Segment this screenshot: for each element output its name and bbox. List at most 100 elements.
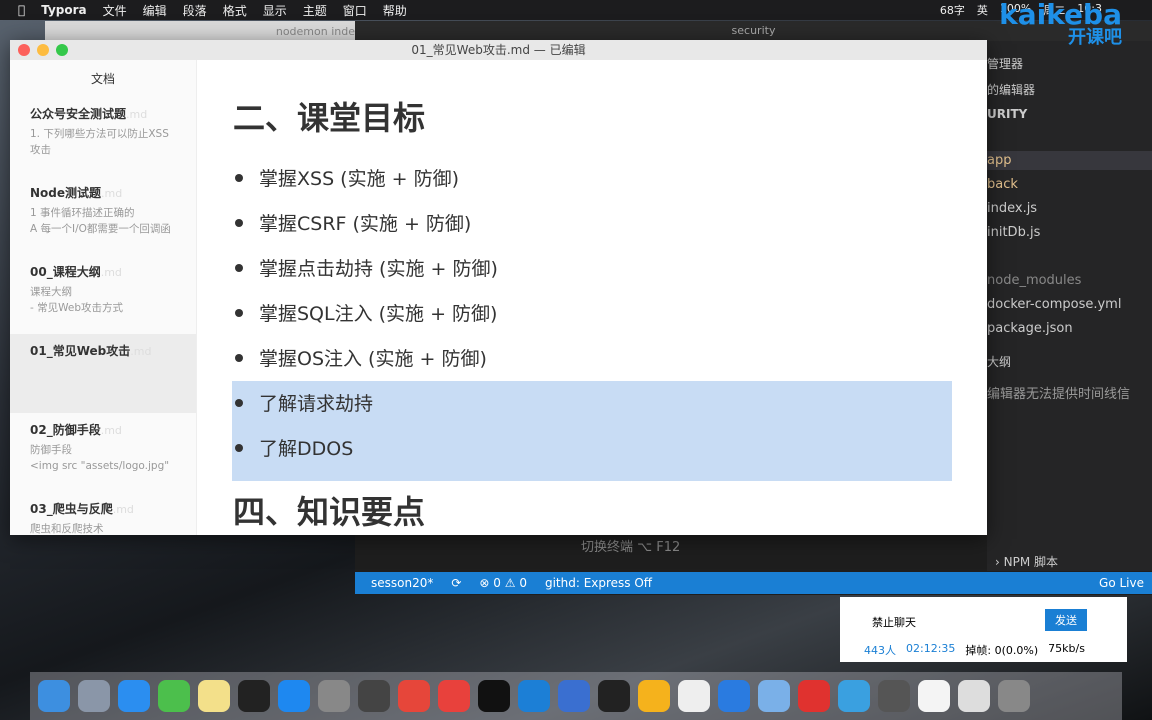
- explorer-item[interactable]: node_modules: [987, 273, 1081, 288]
- notes-icon[interactable]: [198, 680, 230, 712]
- problems-count[interactable]: ⊗ 0 ⚠ 0: [479, 576, 527, 590]
- safari-icon[interactable]: [118, 680, 150, 712]
- input-method[interactable]: 英: [977, 2, 988, 18]
- explorer-panel: 管理器 的编辑器 URITY app back index.js initDb.…: [987, 41, 1152, 571]
- explorer-item[interactable]: package.json: [987, 321, 1073, 336]
- sketch-icon[interactable]: [638, 680, 670, 712]
- menu-edit[interactable]: 编辑: [143, 2, 167, 19]
- chrome-icon[interactable]: [398, 680, 430, 712]
- nodemon-window[interactable]: nodemon inde: [45, 21, 365, 41]
- stream-time: 02:12:35: [906, 642, 956, 655]
- list-item[interactable]: 掌握SQL注入 (实施 + 防御): [235, 290, 498, 335]
- menu-paragraph[interactable]: 段落: [183, 2, 207, 19]
- netease-music-icon[interactable]: [798, 680, 830, 712]
- npm-scripts[interactable]: › NPM 脚本: [995, 553, 1058, 570]
- list-item[interactable]: 掌握XSS (实施 + 防御): [235, 155, 498, 200]
- sidebar-doc-item[interactable]: 00_课程大纲.md 课程大纲 - 常见Web攻击方式: [10, 255, 196, 334]
- doc-preview: A 每一个I/O都需要一个回调函: [30, 223, 171, 235]
- word-count[interactable]: 68字: [940, 2, 965, 18]
- vscode-icon[interactable]: [518, 680, 550, 712]
- minimize-button[interactable]: [37, 44, 49, 56]
- sidebar-doc-item[interactable]: 03_爬虫与反爬.md 爬虫和反爬技术: [10, 492, 196, 535]
- heading-goals: 二、课堂目标: [233, 99, 426, 137]
- heading-knowledge: 四、知识要点: [233, 493, 426, 531]
- githd-status[interactable]: githd: Express Off: [545, 576, 652, 590]
- list-item[interactable]: 掌握CSRF (实施 + 防御): [235, 200, 498, 245]
- git-branch[interactable]: sesson20*: [371, 576, 433, 590]
- terminal-hint: 切换终端 ⌥ F12: [581, 540, 681, 555]
- list-item[interactable]: 掌握OS注入 (实施 + 防御): [235, 335, 498, 380]
- typora-icon[interactable]: [678, 680, 710, 712]
- doc-preview: 爬虫和反爬技术: [30, 523, 104, 535]
- trash-icon[interactable]: [998, 680, 1030, 712]
- list-item[interactable]: 了解请求劫持: [235, 380, 498, 425]
- explorer-item[interactable]: docker-compose.yml: [987, 297, 1121, 312]
- explorer-item[interactable]: 管理器: [987, 55, 1023, 72]
- menu-help[interactable]: 帮助: [383, 2, 407, 19]
- doc-name: 02_防御手段.md: [30, 423, 122, 437]
- cloud-icon[interactable]: [838, 680, 870, 712]
- sidebar-doc-item[interactable]: 01_常见Web攻击.md: [10, 334, 196, 413]
- goals-list: 掌握XSS (实施 + 防御) 掌握CSRF (实施 + 防御) 掌握点击劫持 …: [235, 155, 498, 470]
- sidebar-doc-item[interactable]: Node测试题.md 1 事件循环描述正确的 A 每一个I/O都需要一个回调函: [10, 176, 196, 255]
- kaikeba-logo: kaikeba 开课吧: [999, 1, 1122, 48]
- wps-icon[interactable]: [718, 680, 750, 712]
- bitrate: 75kb/s: [1048, 642, 1085, 655]
- menu-theme[interactable]: 主题: [303, 2, 327, 19]
- typora-window: 01_常见Web攻击.md — 已编辑 文档 公众号安全测试题.md 1. 下列哪…: [10, 40, 987, 535]
- doc-preview: 1 事件循环描述正确的: [30, 207, 135, 219]
- screen-capture-icon[interactable]: [878, 680, 910, 712]
- menu-file[interactable]: 文件: [103, 2, 127, 19]
- explorer-item[interactable]: 的编辑器: [987, 81, 1035, 98]
- system-preferences-icon[interactable]: [318, 680, 350, 712]
- finder-icon[interactable]: [38, 680, 70, 712]
- screenshot-icon[interactable]: [958, 680, 990, 712]
- outline-header[interactable]: 大纲: [987, 353, 1011, 370]
- launchpad-icon[interactable]: [78, 680, 110, 712]
- sidebar-doc-item[interactable]: 02_防御手段.md 防御手段 <img src "assets/logo.jpg": [10, 413, 196, 492]
- menu-window[interactable]: 窗口: [343, 2, 367, 19]
- sidebar-title: 文档: [90, 72, 115, 86]
- sync-icon[interactable]: ⟳: [451, 576, 461, 590]
- viewer-count: 443人: [864, 644, 896, 657]
- doc-name: 03_爬虫与反爬.md: [30, 502, 134, 516]
- mute-chat-checkbox[interactable]: 禁止聊天: [872, 614, 916, 630]
- menu-format[interactable]: 格式: [223, 2, 247, 19]
- send-button[interactable]: 发送: [1045, 609, 1087, 631]
- activity-monitor-icon[interactable]: [358, 680, 390, 712]
- close-button[interactable]: [18, 44, 30, 56]
- file-sidebar: 文档 公众号安全测试题.md 1. 下列哪些方法可以防止XSS 攻击 Node测试题.…: [10, 60, 197, 535]
- explorer-item[interactable]: initDb.js: [987, 225, 1040, 240]
- logo-subtitle: 开课吧: [1068, 27, 1122, 48]
- explorer-item[interactable]: back: [987, 177, 1018, 192]
- status-bar: sesson20* ⟳ ⊗ 0 ⚠ 0 githd: Express Off G…: [355, 572, 1152, 594]
- zoom-button[interactable]: [56, 44, 68, 56]
- menu-view[interactable]: 显示: [263, 2, 287, 19]
- list-item[interactable]: 掌握点击劫持 (实施 + 防御): [235, 245, 498, 290]
- iterm-icon[interactable]: [598, 680, 630, 712]
- qq-icon[interactable]: [238, 680, 270, 712]
- wechat-icon[interactable]: [158, 680, 190, 712]
- browser-icon[interactable]: [558, 680, 590, 712]
- doc-name: 公众号安全测试题.md: [30, 107, 148, 121]
- timeline-message: 编辑器无法提供时间线信: [987, 387, 1131, 402]
- go-live-button[interactable]: Go Live: [1099, 576, 1144, 590]
- editor[interactable]: 二、课堂目标 掌握XSS (实施 + 防御) 掌握CSRF (实施 + 防御) …: [197, 60, 987, 535]
- app-store-icon[interactable]: [278, 680, 310, 712]
- sidebar-doc-item[interactable]: 公众号安全测试题.md 1. 下列哪些方法可以防止XSS 攻击: [10, 97, 196, 176]
- typora-titlebar: 01_常见Web攻击.md — 已编辑: [10, 40, 987, 60]
- explorer-item[interactable]: URITY: [987, 107, 1027, 121]
- doc-name: 01_常见Web攻击.md: [30, 344, 152, 358]
- list-item[interactable]: 了解DDOS: [235, 425, 498, 470]
- keynote-icon[interactable]: [758, 680, 790, 712]
- explorer-item[interactable]: index.js: [987, 201, 1037, 216]
- menu-app[interactable]: Typora: [41, 3, 86, 17]
- dock: [30, 672, 1122, 720]
- doc-name: Node测试题.md: [30, 186, 123, 200]
- doc-preview: 防御手段: [30, 444, 72, 456]
- document-icon[interactable]: [918, 680, 950, 712]
- git-client-icon[interactable]: [438, 680, 470, 712]
- terminal-icon[interactable]: [478, 680, 510, 712]
- explorer-item[interactable]: app: [987, 151, 1152, 170]
- apple-icon[interactable]: : [18, 3, 25, 17]
